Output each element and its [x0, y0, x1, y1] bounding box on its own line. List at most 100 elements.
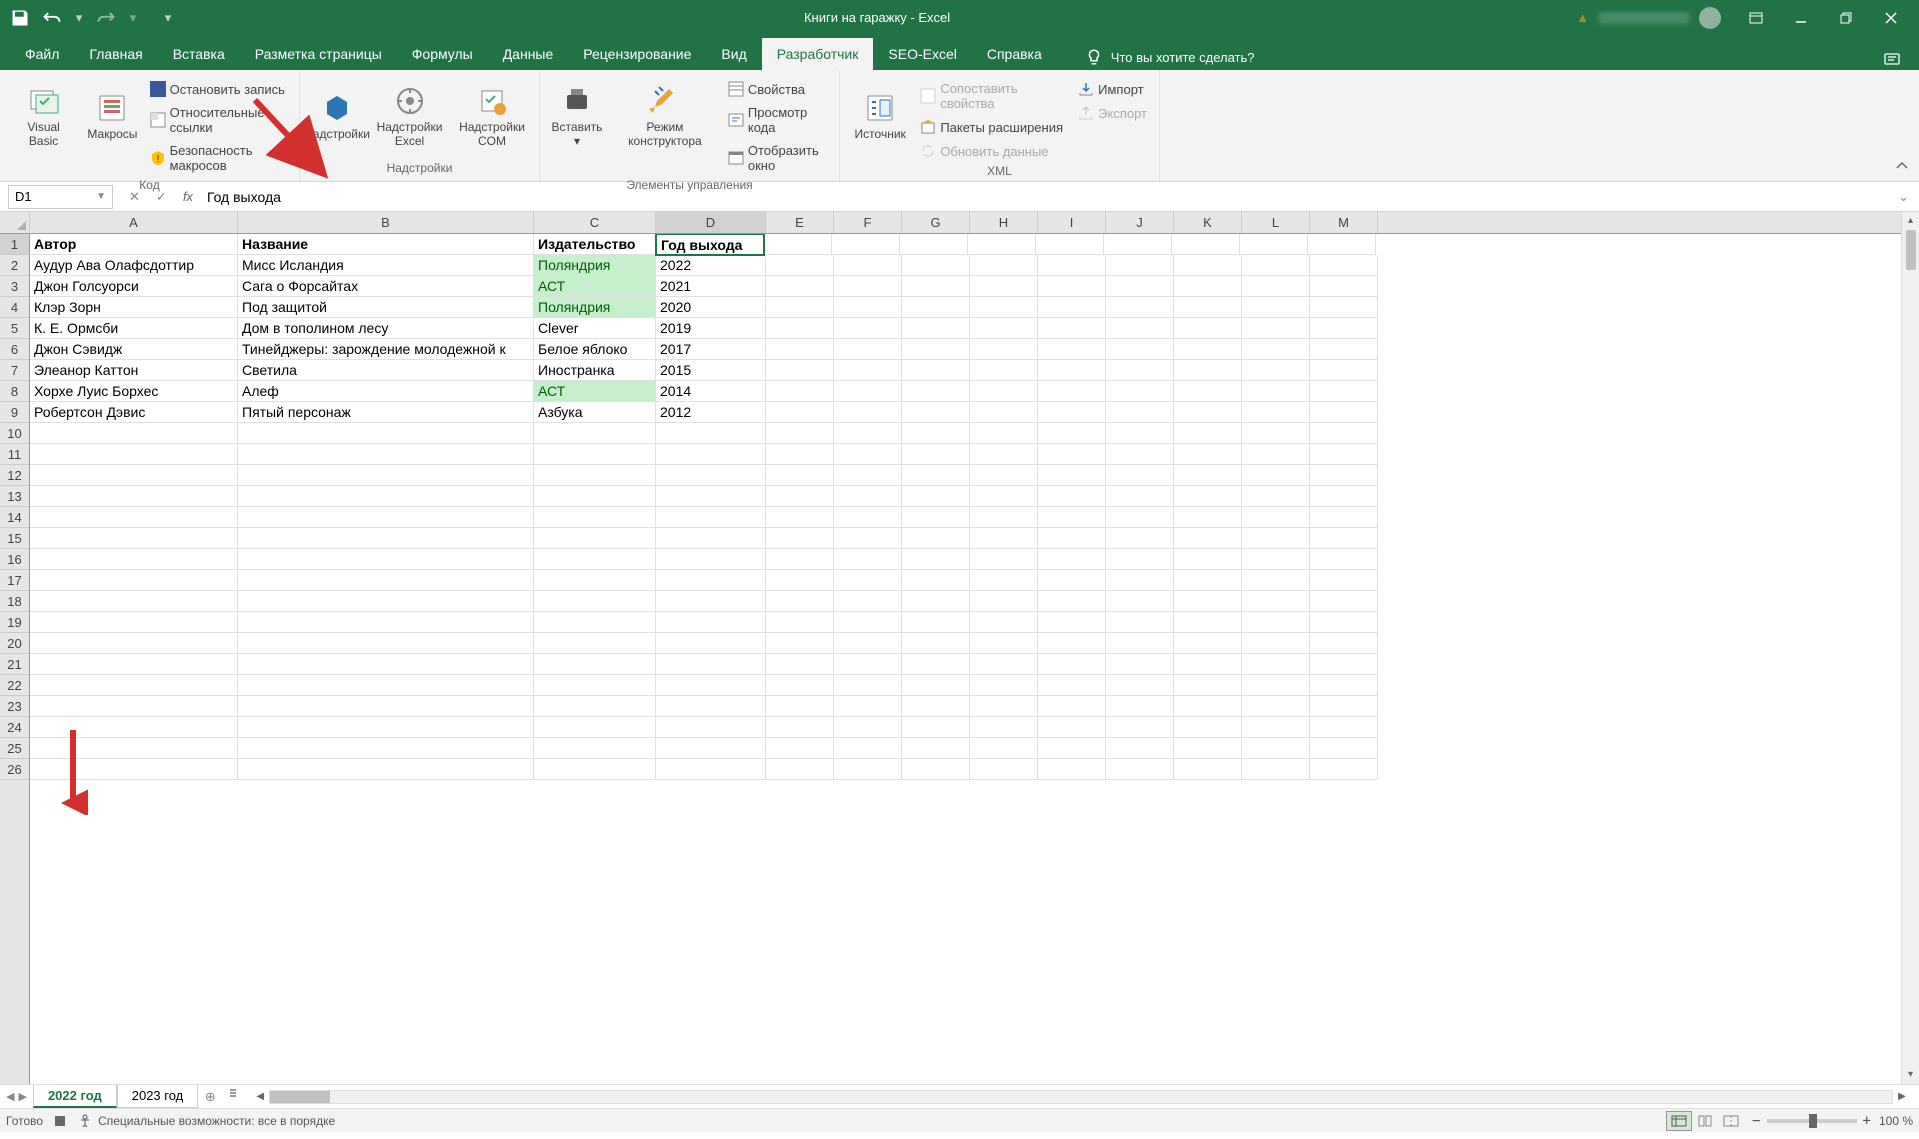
cell-I8[interactable] — [1038, 381, 1106, 402]
cell-A21[interactable] — [30, 654, 238, 675]
cell-E8[interactable] — [766, 381, 834, 402]
sheet-nav-next-icon[interactable]: ▶ — [18, 1090, 26, 1103]
cell-C16[interactable] — [534, 549, 656, 570]
cell-E15[interactable] — [766, 528, 834, 549]
cell-L3[interactable] — [1242, 276, 1310, 297]
cell-I25[interactable] — [1038, 738, 1106, 759]
cell-F12[interactable] — [834, 465, 902, 486]
cell-L9[interactable] — [1242, 402, 1310, 423]
col-header-A[interactable]: A — [30, 212, 238, 233]
cell-J1[interactable] — [1104, 234, 1172, 255]
row-header-12[interactable]: 12 — [0, 465, 29, 486]
map-properties-button[interactable]: Сопоставить свойства — [916, 78, 1070, 114]
cell-F21[interactable] — [834, 654, 902, 675]
cell-M7[interactable] — [1310, 360, 1378, 381]
cell-C26[interactable] — [534, 759, 656, 780]
cell-E14[interactable] — [766, 507, 834, 528]
cell-J22[interactable] — [1106, 675, 1174, 696]
cell-K2[interactable] — [1174, 255, 1242, 276]
col-header-K[interactable]: K — [1174, 212, 1242, 233]
design-mode-button[interactable]: Режим конструктора — [610, 74, 720, 159]
cell-H15[interactable] — [970, 528, 1038, 549]
cell-K15[interactable] — [1174, 528, 1242, 549]
cell-H23[interactable] — [970, 696, 1038, 717]
cell-K26[interactable] — [1174, 759, 1242, 780]
cell-L8[interactable] — [1242, 381, 1310, 402]
row-header-14[interactable]: 14 — [0, 507, 29, 528]
cell-L1[interactable] — [1240, 234, 1308, 255]
cell-M26[interactable] — [1310, 759, 1378, 780]
zoom-slider[interactable] — [1767, 1119, 1857, 1123]
cell-J9[interactable] — [1106, 402, 1174, 423]
cell-F20[interactable] — [834, 633, 902, 654]
cell-L15[interactable] — [1242, 528, 1310, 549]
cell-G14[interactable] — [902, 507, 970, 528]
tab-layout[interactable]: Разметка страницы — [240, 38, 397, 70]
row-header-17[interactable]: 17 — [0, 570, 29, 591]
cell-B13[interactable] — [238, 486, 534, 507]
cell-H9[interactable] — [970, 402, 1038, 423]
cell-F7[interactable] — [834, 360, 902, 381]
cell-C10[interactable] — [534, 423, 656, 444]
row-header-8[interactable]: 8 — [0, 381, 29, 402]
cell-I7[interactable] — [1038, 360, 1106, 381]
cell-E5[interactable] — [766, 318, 834, 339]
cell-I9[interactable] — [1038, 402, 1106, 423]
cell-B26[interactable] — [238, 759, 534, 780]
cell-H20[interactable] — [970, 633, 1038, 654]
cell-J26[interactable] — [1106, 759, 1174, 780]
cell-C13[interactable] — [534, 486, 656, 507]
tab-developer[interactable]: Разработчик — [762, 38, 874, 70]
add-sheet-button[interactable]: ⊕ — [198, 1085, 222, 1108]
cell-D3[interactable]: 2021 — [656, 276, 766, 297]
cell-A1[interactable]: Автор — [30, 234, 238, 255]
visual-basic-button[interactable]: Visual Basic — [8, 74, 79, 159]
collapse-ribbon-icon[interactable] — [1895, 159, 1909, 176]
cell-G11[interactable] — [902, 444, 970, 465]
cell-G2[interactable] — [902, 255, 970, 276]
cell-J21[interactable] — [1106, 654, 1174, 675]
cell-M20[interactable] — [1310, 633, 1378, 654]
cell-G3[interactable] — [902, 276, 970, 297]
cell-L23[interactable] — [1242, 696, 1310, 717]
cell-A20[interactable] — [30, 633, 238, 654]
minimize-icon[interactable] — [1781, 3, 1821, 33]
cell-B8[interactable]: Алеф — [238, 381, 534, 402]
cell-A13[interactable] — [30, 486, 238, 507]
cell-M10[interactable] — [1310, 423, 1378, 444]
tell-me-search[interactable]: Что вы хотите сделать? — [1077, 44, 1263, 70]
cell-B17[interactable] — [238, 570, 534, 591]
cell-K10[interactable] — [1174, 423, 1242, 444]
cell-K11[interactable] — [1174, 444, 1242, 465]
cell-L18[interactable] — [1242, 591, 1310, 612]
cell-G12[interactable] — [902, 465, 970, 486]
cell-L20[interactable] — [1242, 633, 1310, 654]
cell-G13[interactable] — [902, 486, 970, 507]
cell-D4[interactable]: 2020 — [656, 297, 766, 318]
cell-I26[interactable] — [1038, 759, 1106, 780]
cell-E9[interactable] — [766, 402, 834, 423]
cell-B12[interactable] — [238, 465, 534, 486]
cell-D5[interactable]: 2019 — [656, 318, 766, 339]
row-header-26[interactable]: 26 — [0, 759, 29, 780]
cell-H14[interactable] — [970, 507, 1038, 528]
cell-B16[interactable] — [238, 549, 534, 570]
cell-E10[interactable] — [766, 423, 834, 444]
col-header-B[interactable]: B — [238, 212, 534, 233]
tab-file[interactable]: Файл — [10, 38, 74, 70]
cell-K12[interactable] — [1174, 465, 1242, 486]
cell-J5[interactable] — [1106, 318, 1174, 339]
cell-G1[interactable] — [900, 234, 968, 255]
cell-I18[interactable] — [1038, 591, 1106, 612]
cell-E12[interactable] — [766, 465, 834, 486]
row-header-24[interactable]: 24 — [0, 717, 29, 738]
cell-B20[interactable] — [238, 633, 534, 654]
cell-H13[interactable] — [970, 486, 1038, 507]
cell-L2[interactable] — [1242, 255, 1310, 276]
cell-E22[interactable] — [766, 675, 834, 696]
cell-C8[interactable]: АСТ — [534, 381, 656, 402]
cell-K25[interactable] — [1174, 738, 1242, 759]
cell-E17[interactable] — [766, 570, 834, 591]
cell-F26[interactable] — [834, 759, 902, 780]
close-icon[interactable] — [1871, 3, 1911, 33]
